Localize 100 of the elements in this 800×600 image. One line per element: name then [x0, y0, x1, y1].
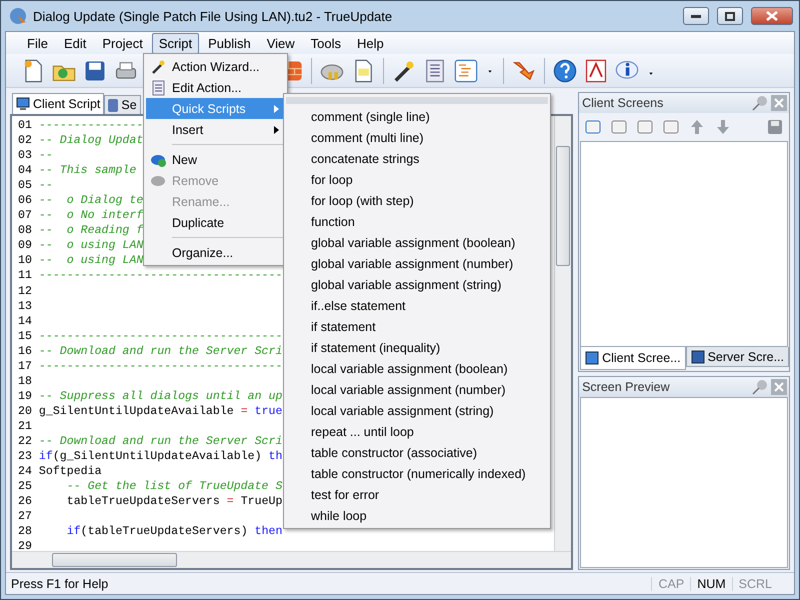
code-line: -- o Reading f [38, 224, 144, 240]
line-number: 17 [18, 360, 32, 375]
panel-tab[interactable]: Client Scree... [580, 347, 686, 370]
line-number: 03 [18, 149, 32, 164]
menu-item[interactable]: local variable assignment (boolean) [286, 358, 548, 379]
help-icon[interactable] [552, 58, 578, 84]
code-line: Softpedia [38, 465, 102, 480]
code-line: -- o Dialog te [38, 194, 144, 210]
line-number: 12 [18, 284, 32, 300]
up-arrow-icon[interactable] [689, 119, 706, 135]
menu-item[interactable]: for loop [286, 169, 548, 190]
menu-item[interactable]: if..else statement [286, 295, 548, 316]
horizontal-scrollbar[interactable] [12, 551, 572, 568]
menu-item[interactable]: Help [350, 32, 391, 54]
code-line: if(g_SilentUntilUpdateAvailable) th [38, 450, 282, 466]
line-number: 19 [18, 390, 32, 405]
menu-item[interactable]: local variable assignment (number) [286, 379, 548, 400]
vertical-scrollbar[interactable] [554, 116, 572, 551]
panel-tab[interactable]: Server Scre... [686, 347, 789, 368]
menu-item[interactable]: for loop (with step) [286, 190, 548, 211]
menu-item[interactable]: Tools [304, 32, 348, 54]
menu-item[interactable]: table constructor (numerically indexed) [286, 463, 548, 484]
menu-item[interactable]: if statement (inequality) [286, 337, 548, 358]
code-line: -- Download and run the Server Scri [38, 344, 282, 360]
line-number: 18 [18, 374, 32, 390]
menu-item[interactable]: Duplicate [146, 212, 285, 233]
menu-item[interactable]: global variable assignment (number) [286, 253, 548, 274]
code-line: -- o using LAN [38, 254, 144, 270]
line-number: 05 [18, 179, 32, 194]
menu-item[interactable]: repeat ... until loop [286, 421, 548, 442]
editor-tab[interactable]: Client Script [12, 93, 104, 114]
menu-item[interactable]: concatenate strings [286, 148, 548, 169]
menu-item[interactable]: New [146, 149, 285, 170]
close-icon[interactable] [771, 379, 787, 396]
menu-item[interactable]: Edit Action... [146, 77, 285, 98]
menu-item[interactable]: while loop [286, 505, 548, 526]
code-line: -- Dialog Updat [38, 134, 144, 150]
code-line: ----------------------------------- [38, 360, 282, 375]
menu-item[interactable]: Insert [146, 119, 285, 140]
maximize-button[interactable] [717, 7, 743, 25]
line-number: 20 [18, 404, 32, 420]
line-number: 07 [18, 209, 32, 224]
line-number: 13 [18, 300, 32, 315]
code-line: ----------------------------------- [38, 269, 282, 284]
line-number: 14 [18, 314, 32, 330]
code-line: -- [38, 149, 53, 164]
monitor-icon [16, 97, 30, 111]
pdf-document-icon[interactable] [583, 58, 609, 84]
menu-item[interactable]: function [286, 211, 548, 232]
line-number: 01 [18, 119, 32, 134]
menu-item[interactable]: comment (single line) [286, 106, 548, 127]
menu-item[interactable]: Action Wizard... [146, 56, 285, 77]
menu-item[interactable]: test for error [286, 484, 548, 505]
menu-item[interactable]: File [20, 32, 55, 54]
down-arrow-icon[interactable] [715, 119, 732, 135]
line-number: 28 [18, 525, 32, 540]
code-line: g_SilentUntilUpdateAvailable = true [38, 404, 282, 420]
menu-item[interactable]: Script [152, 32, 200, 54]
menu-item[interactable]: Edit [56, 32, 94, 54]
line-number: 02 [18, 134, 32, 150]
close-icon[interactable] [771, 95, 787, 111]
menu-item[interactable]: Project [95, 32, 150, 54]
panel-title: Client Screens [582, 96, 664, 110]
line-number: 08 [18, 224, 32, 240]
line-number: 10 [18, 254, 32, 270]
code-line: if(tableTrueUpdateServers) then [66, 525, 282, 540]
editor-tab[interactable]: Se [104, 95, 141, 114]
menu-item[interactable]: if statement [286, 316, 548, 337]
line-number: 04 [18, 164, 32, 180]
line-number: 16 [18, 344, 32, 360]
menu-item[interactable]: View [260, 32, 302, 54]
line-number: 15 [18, 330, 32, 345]
close-button[interactable] [751, 7, 793, 25]
status-indicator: SCRL [732, 576, 778, 590]
outline-document-icon[interactable] [453, 58, 479, 84]
minimize-icon [691, 14, 701, 18]
line-number: 22 [18, 434, 32, 450]
code-line: -- o No interf [38, 209, 144, 224]
magic-wand-icon [150, 58, 166, 74]
code-line: -- Suppress all dialogs until an up [38, 390, 282, 405]
menu-item[interactable]: Publish [201, 32, 258, 54]
line-number: 25 [18, 480, 32, 496]
menu-item[interactable]: comment (multi line) [286, 127, 548, 148]
save-icon[interactable] [767, 119, 783, 135]
menu-item[interactable]: Organize... [146, 242, 285, 263]
code-line: -- Download and run the Server Scri [38, 434, 282, 450]
code-line: -- Get the list of TrueUpdate S [66, 480, 282, 496]
line-number: 29 [18, 540, 32, 551]
menu-item[interactable]: local variable assignment (string) [286, 400, 548, 421]
menu-item[interactable]: table constructor (associative) [286, 442, 548, 463]
line-number: 24 [18, 465, 32, 480]
menu-item[interactable]: global variable assignment (boolean) [286, 232, 548, 253]
line-number: 27 [18, 510, 32, 526]
code-line: -- [38, 179, 53, 194]
code-line: -- This sample [38, 164, 136, 180]
line-number: 26 [18, 495, 32, 510]
maximize-icon [725, 12, 735, 20]
line-number: 11 [18, 269, 32, 284]
menu-item[interactable]: global variable assignment (string) [286, 274, 548, 295]
minimize-button[interactable] [683, 7, 709, 25]
